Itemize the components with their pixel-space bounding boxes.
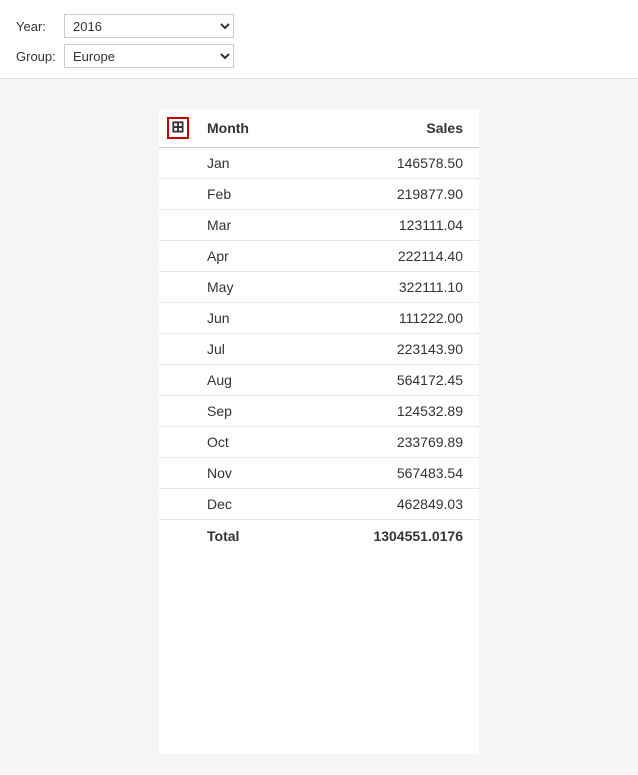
- row-expand-cell: [159, 334, 199, 365]
- row-expand-cell: [159, 148, 199, 179]
- table-row: Oct233769.89: [159, 427, 479, 458]
- month-cell: Aug: [199, 365, 321, 396]
- expand-icon[interactable]: ⊞: [167, 117, 189, 139]
- row-expand-cell: [159, 396, 199, 427]
- month-cell: May: [199, 272, 321, 303]
- content-area: ⊞ Month Sales Jan146578.50Feb219877.90Ma…: [0, 79, 638, 774]
- row-expand-cell: [159, 179, 199, 210]
- table-row: Feb219877.90: [159, 179, 479, 210]
- row-expand-cell: [159, 272, 199, 303]
- year-row: Year: 2016 2014 2015 2017 2018: [16, 14, 622, 38]
- sales-cell: 322111.10: [321, 272, 479, 303]
- total-label: Total: [199, 520, 321, 553]
- sales-cell: 564172.45: [321, 365, 479, 396]
- table-row: Sep124532.89: [159, 396, 479, 427]
- row-expand-cell: [159, 210, 199, 241]
- table-row: Jun111222.00: [159, 303, 479, 334]
- month-cell: Dec: [199, 489, 321, 520]
- month-cell: Apr: [199, 241, 321, 272]
- month-cell: Feb: [199, 179, 321, 210]
- sales-cell: 233769.89: [321, 427, 479, 458]
- sales-cell: 146578.50: [321, 148, 479, 179]
- row-expand-cell: [159, 303, 199, 334]
- table-row: Jan146578.50: [159, 148, 479, 179]
- month-cell: Jul: [199, 334, 321, 365]
- total-value: 1304551.0176: [321, 520, 479, 553]
- year-label: Year:: [16, 19, 64, 34]
- table-header-row: ⊞ Month Sales: [159, 109, 479, 148]
- row-expand-cell: [159, 241, 199, 272]
- row-expand-cell: [159, 427, 199, 458]
- sales-cell: 124532.89: [321, 396, 479, 427]
- month-cell: Nov: [199, 458, 321, 489]
- month-header: Month: [199, 109, 321, 148]
- group-row: Group: Americas Asia Europe Global: [16, 44, 622, 68]
- table-row: Nov567483.54: [159, 458, 479, 489]
- month-cell: Jun: [199, 303, 321, 334]
- sales-cell: 223143.90: [321, 334, 479, 365]
- sales-cell: 222114.40: [321, 241, 479, 272]
- total-row: Total 1304551.0176: [159, 520, 479, 553]
- table-row: Jul223143.90: [159, 334, 479, 365]
- month-cell: Jan: [199, 148, 321, 179]
- year-select[interactable]: 2016 2014 2015 2017 2018: [64, 14, 234, 38]
- table-row: May322111.10: [159, 272, 479, 303]
- table-container: ⊞ Month Sales Jan146578.50Feb219877.90Ma…: [159, 109, 479, 754]
- group-select[interactable]: Americas Asia Europe Global: [64, 44, 234, 68]
- table-row: Apr222114.40: [159, 241, 479, 272]
- top-controls: Year: 2016 2014 2015 2017 2018 Group: Am…: [0, 0, 638, 79]
- month-cell: Sep: [199, 396, 321, 427]
- sales-cell: 123111.04: [321, 210, 479, 241]
- sales-cell: 111222.00: [321, 303, 479, 334]
- table-row: Mar123111.04: [159, 210, 479, 241]
- month-cell: Mar: [199, 210, 321, 241]
- row-expand-cell: [159, 458, 199, 489]
- sales-table: ⊞ Month Sales Jan146578.50Feb219877.90Ma…: [159, 109, 479, 552]
- group-label: Group:: [16, 49, 64, 64]
- sales-cell: 462849.03: [321, 489, 479, 520]
- table-row: Dec462849.03: [159, 489, 479, 520]
- row-expand-cell: [159, 489, 199, 520]
- sales-header: Sales: [321, 109, 479, 148]
- table-row: Aug564172.45: [159, 365, 479, 396]
- sales-cell: 567483.54: [321, 458, 479, 489]
- expand-header: ⊞: [159, 109, 199, 148]
- row-expand-cell: [159, 365, 199, 396]
- sales-cell: 219877.90: [321, 179, 479, 210]
- total-expand-cell: [159, 520, 199, 553]
- month-cell: Oct: [199, 427, 321, 458]
